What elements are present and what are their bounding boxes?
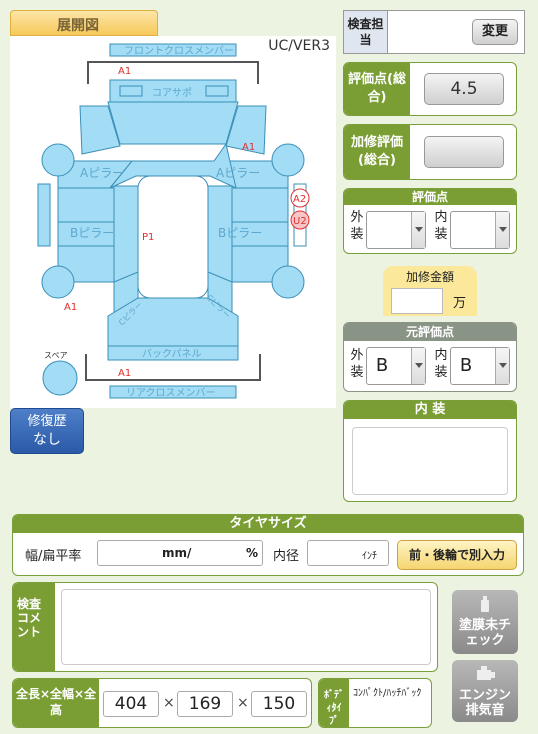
front-left-wheel-part[interactable] [41, 143, 75, 177]
comment-textarea[interactable] [61, 589, 431, 665]
spare-tire-part[interactable] [42, 360, 78, 396]
left-roof-rail-part[interactable] [113, 185, 139, 283]
inspector-box: 検査担当 変更 [343, 10, 525, 54]
orig-exterior-label: 外装 [350, 348, 364, 380]
inspector-label: 検査担当 [344, 11, 388, 53]
back-panel-label: バックパネル [142, 348, 202, 360]
car-diagram[interactable]: フロントクロスメンバー コアサポ Aピラー Aピラー Bピラー Bピラー Cピラ… [10, 36, 336, 408]
fix-amount-box: 加修金額 万 [383, 266, 477, 316]
orig-exterior-select[interactable]: B [366, 347, 426, 385]
orig-interior-select[interactable]: B [450, 347, 510, 385]
comment-box: 検査コメント [12, 582, 438, 672]
front-rear-separate-button[interactable]: 前・後輪で別入力 [397, 540, 517, 570]
interior-textarea[interactable] [352, 427, 508, 495]
eval-exterior-label: 外装 [350, 210, 364, 242]
rear-cross-member-label: リアクロスメンバー [126, 387, 216, 399]
core-support-label: コアサポ [152, 87, 192, 99]
repair-history-value: なし [33, 432, 61, 448]
fix-amount-unit: 万 [453, 296, 467, 311]
eval-interior-label: 内装 [434, 210, 448, 242]
chevron-down-icon [495, 212, 509, 248]
tire-percent-unit: % [246, 546, 259, 560]
left-sill-part[interactable] [37, 183, 51, 247]
tire-diameter-label: 内径 [273, 549, 300, 564]
fix-evaluation-box: 加修評価(総合) [343, 124, 517, 180]
a-pillar-left-label: Aピラー [80, 166, 124, 180]
tire-mm-unit: mm/ [162, 546, 192, 560]
mark-top-a1[interactable]: A1 [118, 66, 131, 77]
fix-amount-input[interactable] [391, 288, 443, 314]
tire-size-header: タイヤサイズ [13, 515, 523, 533]
mark-bottom-a1[interactable]: A1 [118, 368, 131, 379]
tire-width-input[interactable]: mm/ % [97, 540, 263, 566]
front-left-door-part[interactable] [57, 187, 115, 223]
mark-left-a1[interactable]: A1 [64, 302, 77, 313]
fix-evaluation-label: 加修評価(総合) [344, 125, 410, 179]
version-label: UC/VER3 [268, 38, 330, 54]
b-pillar-left-label: Bピラー [70, 226, 114, 240]
evaluation-score-box: 評価点 外装 内装 [343, 188, 517, 254]
paint-unchecked-label: 塗膜未チェック [458, 618, 511, 648]
tire-size-box: タイヤサイズ 幅/扁平率 mm/ % 内径 ｲﾝﾁ 前・後輪で別入力 [12, 514, 524, 576]
orig-interior-value: B [459, 355, 473, 376]
spray-icon [481, 596, 489, 612]
chevron-down-icon [411, 348, 425, 384]
interior-box: 内 装 [343, 400, 517, 502]
mark-right-a1[interactable]: A1 [242, 142, 255, 153]
car-diagram-panel: UC/VER3 フロントクロスメンバー コアサポ Aピラー Aピラー Bピラー … [10, 36, 336, 408]
front-cross-member-label: フロントクロスメンバー [124, 45, 234, 57]
evaluation-score-header: 評価点 [344, 189, 516, 205]
width-input[interactable]: 169 [177, 691, 233, 717]
orig-interior-label: 内装 [434, 348, 448, 380]
original-score-box: 元評価点 外装 B 内装 B [343, 322, 517, 392]
mark-u2[interactable]: U2 [293, 216, 307, 227]
fix-evaluation-button[interactable] [424, 136, 504, 168]
dim-separator-1: × [163, 695, 175, 711]
tire-inch-unit: ｲﾝﾁ [362, 551, 377, 562]
chevron-down-icon [411, 212, 425, 248]
hood-part[interactable] [107, 101, 239, 145]
dimensions-box: 全長×全幅×全高 404 × 169 × 150 [12, 678, 312, 728]
interior-header: 内 装 [344, 401, 516, 419]
body-type-label: ﾎﾞﾃﾞｨﾀｲﾌﾟ [319, 679, 349, 727]
length-input[interactable]: 404 [103, 691, 159, 717]
tire-diameter-input[interactable]: ｲﾝﾁ [307, 540, 389, 566]
eval-exterior-select[interactable] [366, 211, 426, 249]
eval-exterior-value [367, 212, 397, 248]
tire-width-label: 幅/扁平率 [25, 549, 82, 564]
b-pillar-right-label: Bピラー [218, 226, 262, 240]
engine-exhaust-label: エンジン排気音 [458, 688, 511, 718]
eval-interior-select[interactable] [450, 211, 510, 249]
engine-icon [477, 666, 495, 680]
repair-history-button[interactable]: 修復歴 なし [10, 408, 84, 454]
front-right-wheel-part[interactable] [271, 143, 305, 177]
diagram-tab-title: 展開図 [10, 10, 158, 36]
rear-right-wheel-part[interactable] [271, 265, 305, 299]
orig-exterior-value: B [375, 355, 389, 376]
rear-left-wheel-part[interactable] [41, 265, 75, 299]
comment-label: 検査コメント [13, 583, 55, 671]
body-type-value: ｺﾝﾊﾟｸﾄ/ﾊｯﾁﾊﾞｯｸ [353, 688, 422, 699]
evaluation-total-button[interactable]: 4.5 [424, 73, 504, 105]
dimensions-label: 全長×全幅×全高 [13, 679, 99, 727]
paint-unchecked-button[interactable]: 塗膜未チェック [452, 590, 518, 654]
fix-amount-label: 加修金額 [405, 270, 454, 284]
dim-separator-2: × [237, 695, 249, 711]
evaluation-total-label: 評価点(総合) [344, 63, 410, 115]
original-score-header: 元評価点 [344, 323, 516, 341]
eval-interior-value [451, 212, 481, 248]
repair-history-label: 修復歴 [27, 414, 67, 429]
body-type-box: ﾎﾞﾃﾞｨﾀｲﾌﾟ ｺﾝﾊﾟｸﾄ/ﾊｯﾁﾊﾞｯｸ [318, 678, 432, 728]
height-input[interactable]: 150 [251, 691, 307, 717]
change-inspector-button[interactable]: 変更 [472, 19, 518, 45]
evaluation-total-box: 評価点(総合) 4.5 [343, 62, 517, 116]
front-right-door-part[interactable] [231, 187, 289, 223]
chevron-down-icon [495, 348, 509, 384]
mark-p1[interactable]: P1 [142, 232, 154, 243]
mark-a2[interactable]: A2 [293, 194, 306, 205]
a-pillar-right-label: Aピラー [216, 166, 260, 180]
engine-exhaust-button[interactable]: エンジン排気音 [452, 660, 518, 722]
spare-label: スペア [44, 351, 67, 360]
